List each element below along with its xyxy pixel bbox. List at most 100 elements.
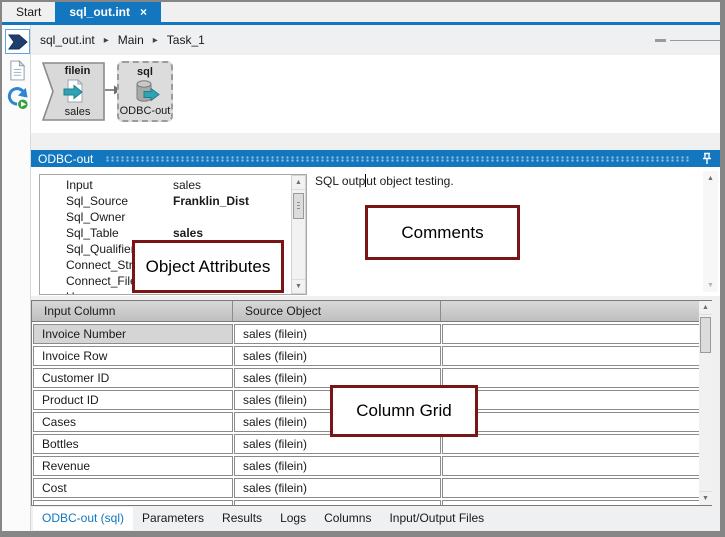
- history-refresh-button[interactable]: [5, 86, 30, 111]
- scroll-up-icon[interactable]: ▲: [699, 301, 712, 315]
- close-icon[interactable]: ×: [140, 5, 147, 19]
- attributes-scrollbar[interactable]: ▲ ▼: [291, 175, 306, 294]
- node-filein-title: filein: [64, 65, 91, 77]
- splitter-collapse-handle[interactable]: [655, 39, 666, 42]
- attribute-row[interactable]: Input sales: [40, 177, 306, 193]
- tab-parameters[interactable]: Parameters: [133, 507, 213, 530]
- window-border-bottom: [0, 531, 725, 537]
- breadcrumb-item-sql-out-int[interactable]: sql_out.int: [40, 33, 95, 47]
- grid-cell-source[interactable]: sales (filein): [234, 346, 441, 366]
- panel-grip-dots: [105, 155, 691, 162]
- attribute-row[interactable]: Sql_Source Franklin_Dist: [40, 193, 306, 209]
- scroll-up-icon[interactable]: ▲: [292, 176, 305, 190]
- node-sql[interactable]: sql ODBC-out: [117, 61, 173, 122]
- node-sql-title: sql: [137, 66, 153, 78]
- annotation-comments: Comments: [365, 205, 520, 260]
- tab-start-label: Start: [16, 5, 42, 19]
- annotation-label: Object Attributes: [145, 256, 271, 276]
- tab-start[interactable]: Start: [2, 2, 55, 22]
- history-refresh-icon: [7, 87, 29, 111]
- breadcrumb-item-task-1[interactable]: Task_1: [167, 33, 205, 47]
- breadcrumb: sql_out.int ▸ Main ▸ Task_1: [31, 25, 720, 55]
- document-icon: [10, 60, 26, 81]
- grid-header: Input Column Source Object: [32, 301, 711, 322]
- file-input-icon: [63, 79, 84, 103]
- comments-text-before-caret: SQL outp: [315, 174, 366, 188]
- attribute-row[interactable]: Sql_Table sales: [40, 225, 306, 241]
- grid-header-input-column[interactable]: Input Column: [32, 301, 233, 321]
- grid-cell-input[interactable]: Invoice Row: [33, 346, 233, 366]
- node-sql-label: ODBC-out: [119, 105, 171, 117]
- attribute-value: sales: [173, 226, 204, 240]
- window-border-right: [720, 0, 725, 537]
- scrollbar-thumb[interactable]: [700, 317, 711, 353]
- node-filein-label: sales: [64, 106, 91, 118]
- attribute-name: Sql_Owner: [66, 210, 126, 224]
- attribute-name: Sql_Table: [66, 226, 119, 240]
- run-flow-button[interactable]: [5, 29, 30, 54]
- tab-columns[interactable]: Columns: [315, 507, 380, 530]
- annotation-label: Column Grid: [356, 401, 452, 420]
- chevron-right-icon: ▸: [152, 34, 158, 46]
- tab-results[interactable]: Results: [213, 507, 271, 530]
- annotation-object-attributes: Object Attributes: [132, 240, 284, 293]
- grid-cell-source[interactable]: sales (filein): [234, 456, 441, 476]
- attribute-name: U: [66, 289, 75, 294]
- grid-cell-empty[interactable]: [442, 346, 700, 366]
- grid-header-empty[interactable]: [441, 301, 700, 321]
- grid-cell-empty[interactable]: [442, 456, 700, 476]
- window-border-left: [0, 0, 2, 537]
- grid-cell-input[interactable]: Customer ID: [33, 368, 233, 388]
- tab-sql-out-int[interactable]: sql_out.int ×: [55, 2, 162, 22]
- scrollbar-thumb[interactable]: [293, 193, 304, 219]
- grid-cell-input[interactable]: Bottles: [33, 434, 233, 454]
- database-output-icon: [136, 80, 160, 102]
- grid-cell-source[interactable]: sales (filein): [234, 434, 441, 454]
- grid-cell-input[interactable]: Cost: [33, 478, 233, 498]
- document-button[interactable]: [5, 58, 30, 83]
- top-tab-strip: Start sql_out.int ×: [2, 2, 720, 22]
- scroll-down-icon[interactable]: ▼: [292, 279, 305, 293]
- scroll-up-icon[interactable]: ▲: [703, 171, 718, 185]
- chevron-right-icon: ▸: [103, 34, 109, 46]
- comments-text: SQL output object testing.: [315, 174, 454, 188]
- grid-cell-empty[interactable]: [442, 478, 700, 498]
- breadcrumb-item-main[interactable]: Main: [118, 33, 144, 47]
- grid-cell-empty[interactable]: [442, 324, 700, 344]
- grid-cell-empty[interactable]: [442, 434, 700, 454]
- panel-header-odbc-out[interactable]: ODBC-out: [31, 150, 720, 167]
- attribute-value: Franklin_Dist: [173, 194, 250, 208]
- tab-odbc-out-sql[interactable]: ODBC-out (sql): [33, 507, 134, 530]
- node-filein[interactable]: filein sales: [42, 62, 105, 121]
- grid-cell-source[interactable]: sales (filein): [234, 324, 441, 344]
- grid-cell-empty[interactable]: [442, 412, 700, 432]
- pin-icon[interactable]: [701, 152, 713, 165]
- grid-cell-empty[interactable]: [442, 390, 700, 410]
- scroll-down-icon[interactable]: ▼: [703, 278, 718, 292]
- panel-title: ODBC-out: [38, 151, 94, 166]
- attribute-row[interactable]: Sql_Owner: [40, 209, 306, 225]
- attribute-value: sales: [173, 178, 202, 192]
- left-toolbar: [2, 25, 31, 531]
- app-window: Start sql_out.int × sql_out.int ▸ Main ▸…: [0, 0, 725, 537]
- window-border-top: [0, 0, 725, 2]
- bottom-tab-bar: ODBC-out (sql) Parameters Results Logs C…: [31, 506, 720, 531]
- grid-scrollbar[interactable]: ▲ ▼: [699, 301, 712, 505]
- tab-logs[interactable]: Logs: [271, 507, 315, 530]
- grid-cell-source[interactable]: sales (filein): [234, 478, 441, 498]
- scroll-down-icon[interactable]: ▼: [699, 491, 712, 505]
- attribute-name: Input: [66, 178, 93, 192]
- grid-header-source-object[interactable]: Source Object: [233, 301, 441, 321]
- flow-canvas: filein sales sql ODBC-out: [31, 55, 720, 133]
- tab-input-output-files[interactable]: Input/Output Files: [380, 507, 493, 530]
- grid-cell-input[interactable]: Revenue: [33, 456, 233, 476]
- comments-scrollbar[interactable]: ▲ ▼: [703, 171, 718, 292]
- grid-cell-input[interactable]: Product ID: [33, 390, 233, 410]
- thumb-grip: [297, 202, 300, 210]
- tab-sql-out-int-label: sql_out.int: [69, 5, 131, 19]
- grid-cell-input[interactable]: Invoice Number: [33, 324, 233, 344]
- grid-cell-empty[interactable]: [442, 368, 700, 388]
- attribute-name: Sql_Qualifier: [66, 242, 135, 256]
- grid-cell-input[interactable]: Cases: [33, 412, 233, 432]
- attribute-name: Connect_File: [66, 274, 137, 288]
